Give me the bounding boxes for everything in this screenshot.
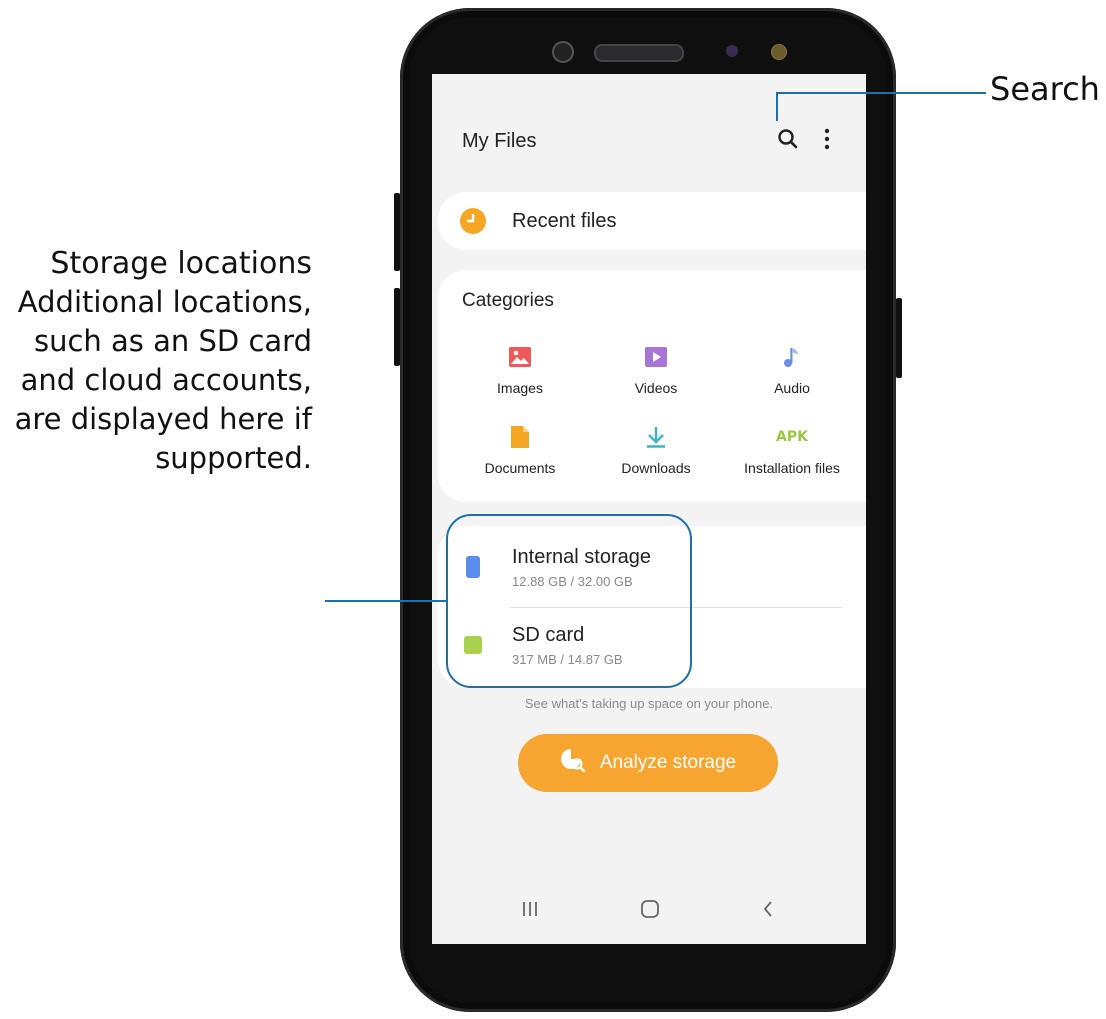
storage-highlight-box (446, 514, 692, 688)
callout-lines (325, 92, 986, 688)
search-callout-line (776, 92, 986, 121)
